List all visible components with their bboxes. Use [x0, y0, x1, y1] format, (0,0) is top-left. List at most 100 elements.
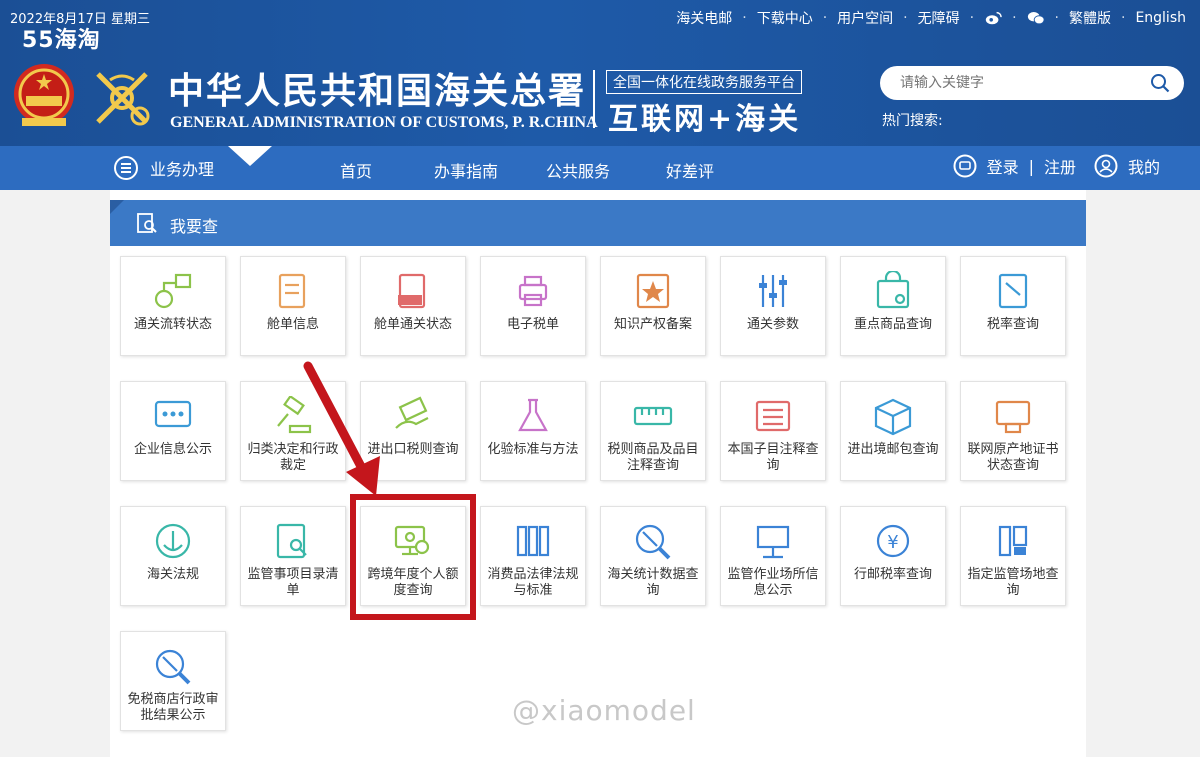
query-tile[interactable]: 通关参数 [720, 256, 826, 356]
watermark-text: @xiaomodel [512, 694, 696, 727]
yuan-cycle-icon: ¥ [872, 521, 914, 561]
query-tile[interactable]: 重点商品查询 [840, 256, 946, 356]
platform-small-label: 全国一体化在线政务服务平台 [606, 70, 802, 94]
ruler-icon [632, 396, 674, 436]
top-links: 海关电邮 · 下载中心 · 用户空间 · 无障碍 · · · 繁體版 · Eng… [676, 8, 1186, 28]
business-menu-button[interactable]: 业务办理 [114, 156, 214, 180]
query-tile-label: 行邮税率查询 [853, 567, 932, 582]
nav-rating[interactable]: 好差评 [666, 158, 714, 182]
query-tile[interactable]: 化验标准与方法 [480, 381, 586, 481]
ip-star-icon [632, 271, 674, 311]
login-link[interactable]: 登录 [987, 154, 1019, 178]
hot-search-label: 热门搜索: [882, 113, 943, 129]
register-link[interactable]: 注册 [1044, 154, 1076, 178]
query-tile-label: 电子税单 [506, 317, 559, 332]
query-tile[interactable]: 免税商店行政审批结果公示 [120, 631, 226, 731]
printer-icon [512, 271, 554, 311]
query-tile-label: 进出境邮包查询 [847, 442, 939, 457]
query-tile[interactable]: 税则商品及品目注释查询 [600, 381, 706, 481]
search-box [880, 66, 1184, 100]
account-area: 登录 | 注册 我的 [953, 154, 1160, 178]
national-emblem-icon [14, 64, 74, 126]
watermark-logo: 55海淘 [22, 28, 101, 53]
query-tile[interactable]: 本国子目注释查询 [720, 381, 826, 481]
query-tile-label: 本国子目注释查询 [727, 442, 819, 473]
box-icon [872, 396, 914, 436]
top-link-email[interactable]: 海关电邮 [676, 8, 732, 28]
query-tile-label: 消费品法律法规与标准 [487, 567, 579, 598]
site-title-cn: 中华人民共和国海关总署 [168, 70, 587, 112]
site-title-en: GENERAL ADMINISTRATION OF CUSTOMS, P. R.… [170, 114, 598, 131]
highlight-box [350, 494, 476, 620]
wechat-icon[interactable] [1027, 10, 1045, 26]
query-tile[interactable]: 海关法规 [120, 506, 226, 606]
query-tile-label: 指定监管场地查询 [967, 567, 1059, 598]
title-divider [593, 70, 595, 128]
query-tile[interactable]: 监管作业场所信息公示 [720, 506, 826, 606]
lang-english[interactable]: English [1135, 10, 1186, 26]
nav-guide[interactable]: 办事指南 [434, 158, 498, 182]
certificate-icon [992, 396, 1034, 436]
platform-big-label: 互联网+海关 [608, 102, 802, 137]
mine-link[interactable]: 我的 [1128, 154, 1160, 178]
query-tile[interactable]: 税率查询 [960, 256, 1066, 356]
section-title: 我要查 [170, 217, 219, 236]
list-icon [752, 396, 794, 436]
query-tile-label: 化验标准与方法 [487, 442, 579, 457]
book-icon [992, 271, 1034, 311]
top-link-download[interactable]: 下载中心 [757, 8, 813, 28]
query-tile-label: 重点商品查询 [853, 317, 932, 332]
manifest-icon [272, 271, 314, 311]
query-tile-label: 企业信息公示 [133, 442, 212, 457]
query-tile-label: 免税商店行政审批结果公示 [127, 692, 219, 723]
nav-home[interactable]: 首页 [340, 158, 372, 182]
lang-traditional[interactable]: 繁體版 [1069, 8, 1111, 28]
user-icon[interactable] [1094, 154, 1118, 178]
query-tile-label: 税率查询 [986, 317, 1039, 332]
binders-icon [512, 521, 554, 561]
chat-bubble-icon [953, 154, 977, 178]
magnifier-tools-icon [152, 646, 194, 686]
top-link-user-space[interactable]: 用户空间 [837, 8, 893, 28]
query-tile[interactable]: 消费品法律法规与标准 [480, 506, 586, 606]
query-tile-label: 舱单通关状态 [373, 317, 452, 332]
query-tile[interactable]: 海关统计数据查询 [600, 506, 706, 606]
weibo-icon[interactable] [984, 10, 1002, 26]
login-divider: | [1028, 156, 1034, 176]
query-tile-label: 舱单信息 [266, 317, 319, 332]
chat-icon [152, 396, 194, 436]
search-doc-icon [137, 213, 157, 233]
query-tile-label: 海关法规 [146, 567, 199, 582]
query-tile[interactable]: 联网原产地证书状态查询 [960, 381, 1066, 481]
flow-icon [152, 271, 194, 311]
bag-search-icon [872, 271, 914, 311]
nav-public-service[interactable]: 公共服务 [546, 158, 610, 182]
easel-icon [752, 521, 794, 561]
search-icon[interactable] [1150, 73, 1170, 93]
query-tile[interactable]: 舱单通关状态 [360, 256, 466, 356]
anchor-icon [152, 521, 194, 561]
query-tile[interactable]: 监管事项目录清单 [240, 506, 346, 606]
main-nav: 业务办理 首页 办事指南 公共服务 好差评 登录 | 注册 我的 [0, 146, 1200, 190]
query-tile-label: 知识产权备案 [613, 317, 692, 332]
doc-search-icon [272, 521, 314, 561]
manifest-new-icon [392, 271, 434, 311]
sliders-icon [752, 271, 794, 311]
magnifier-tools-icon [632, 521, 674, 561]
top-link-accessibility[interactable]: 无障碍 [918, 8, 960, 28]
query-tile-label: 税则商品及品目注释查询 [607, 442, 699, 473]
query-tile-label: 联网原产地证书状态查询 [967, 442, 1059, 473]
query-tile-label: 监管事项目录清单 [247, 567, 339, 598]
query-tile[interactable]: ¥ 行邮税率查询 [840, 506, 946, 606]
site-icon [992, 521, 1034, 561]
search-input[interactable] [900, 72, 1150, 94]
menu-icon [114, 156, 138, 180]
query-tile[interactable]: 通关流转状态 [120, 256, 226, 356]
query-tile[interactable]: 电子税单 [480, 256, 586, 356]
query-tile[interactable]: 舱单信息 [240, 256, 346, 356]
query-tile[interactable]: 知识产权备案 [600, 256, 706, 356]
customs-logo-icon [96, 72, 150, 126]
query-tile[interactable]: 指定监管场地查询 [960, 506, 1066, 606]
query-tile[interactable]: 企业信息公示 [120, 381, 226, 481]
query-tile[interactable]: 进出境邮包查询 [840, 381, 946, 481]
